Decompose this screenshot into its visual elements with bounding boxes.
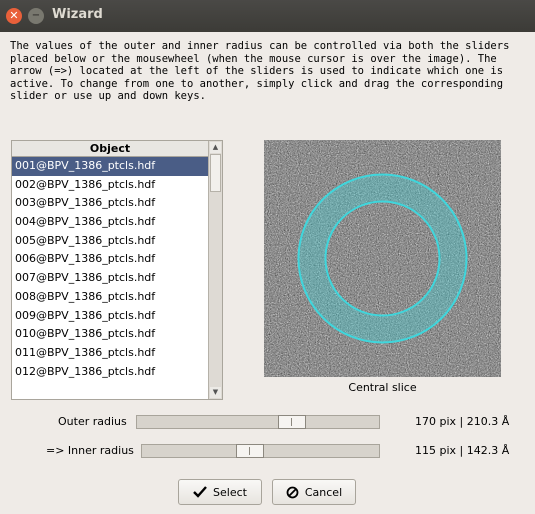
- list-item[interactable]: 012@BPV_1386_ptcls.hdf: [12, 363, 208, 382]
- select-button-label: Select: [213, 485, 247, 499]
- scroll-up-arrow-icon[interactable]: ▲: [210, 142, 221, 153]
- list-item[interactable]: 005@BPV_1386_ptcls.hdf: [12, 232, 208, 251]
- object-list[interactable]: Object 001@BPV_1386_ptcls.hdf 002@BPV_138…: [11, 140, 223, 400]
- window-title: Wizard: [52, 7, 103, 22]
- list-items: 001@BPV_1386_ptcls.hdf 002@BPV_1386_ptcls…: [12, 157, 208, 381]
- scroll-down-arrow-icon[interactable]: ▼: [210, 387, 221, 398]
- cancel-icon: [286, 486, 299, 498]
- instructions-text: The values of the outer and inner radius…: [10, 40, 510, 102]
- inner-radius-label: => Inner radius: [46, 444, 134, 457]
- list-item[interactable]: 003@BPV_1386_ptcls.hdf: [12, 194, 208, 213]
- list-item[interactable]: 004@BPV_1386_ptcls.hdf: [12, 213, 208, 232]
- central-slice-image[interactable]: [264, 140, 501, 377]
- outer-radius-slider-handle[interactable]: [278, 415, 306, 429]
- image-caption: Central slice: [348, 381, 417, 394]
- outer-radius-slider[interactable]: [136, 415, 380, 429]
- title-bar: ✕ − Wizard: [0, 0, 535, 32]
- scroll-thumb[interactable]: [210, 154, 221, 192]
- list-item[interactable]: 002@BPV_1386_ptcls.hdf: [12, 176, 208, 195]
- list-item[interactable]: 007@BPV_1386_ptcls.hdf: [12, 269, 208, 288]
- cancel-button[interactable]: Cancel: [272, 479, 356, 505]
- inner-radius-slider-handle[interactable]: [236, 444, 264, 458]
- inner-radius-slider[interactable]: [141, 444, 380, 458]
- list-item[interactable]: 001@BPV_1386_ptcls.hdf: [12, 157, 208, 176]
- list-item[interactable]: 006@BPV_1386_ptcls.hdf: [12, 250, 208, 269]
- list-item[interactable]: 011@BPV_1386_ptcls.hdf: [12, 344, 208, 363]
- outer-radius-label: Outer radius: [58, 415, 127, 428]
- minimize-button[interactable]: −: [28, 8, 44, 24]
- list-item[interactable]: 008@BPV_1386_ptcls.hdf: [12, 288, 208, 307]
- checkmark-icon: [193, 486, 207, 498]
- list-header-object[interactable]: Object: [12, 141, 208, 157]
- list-scrollbar[interactable]: ▲ ▼: [208, 141, 222, 399]
- list-item[interactable]: 009@BPV_1386_ptcls.hdf: [12, 307, 208, 326]
- list-item[interactable]: 010@BPV_1386_ptcls.hdf: [12, 325, 208, 344]
- select-button[interactable]: Select: [178, 479, 262, 505]
- close-button[interactable]: ✕: [6, 8, 22, 24]
- outer-radius-value: 170 pix | 210.3 Å: [415, 415, 510, 428]
- inner-radius-value: 115 pix | 142.3 Å: [415, 444, 510, 457]
- cancel-button-label: Cancel: [304, 485, 343, 499]
